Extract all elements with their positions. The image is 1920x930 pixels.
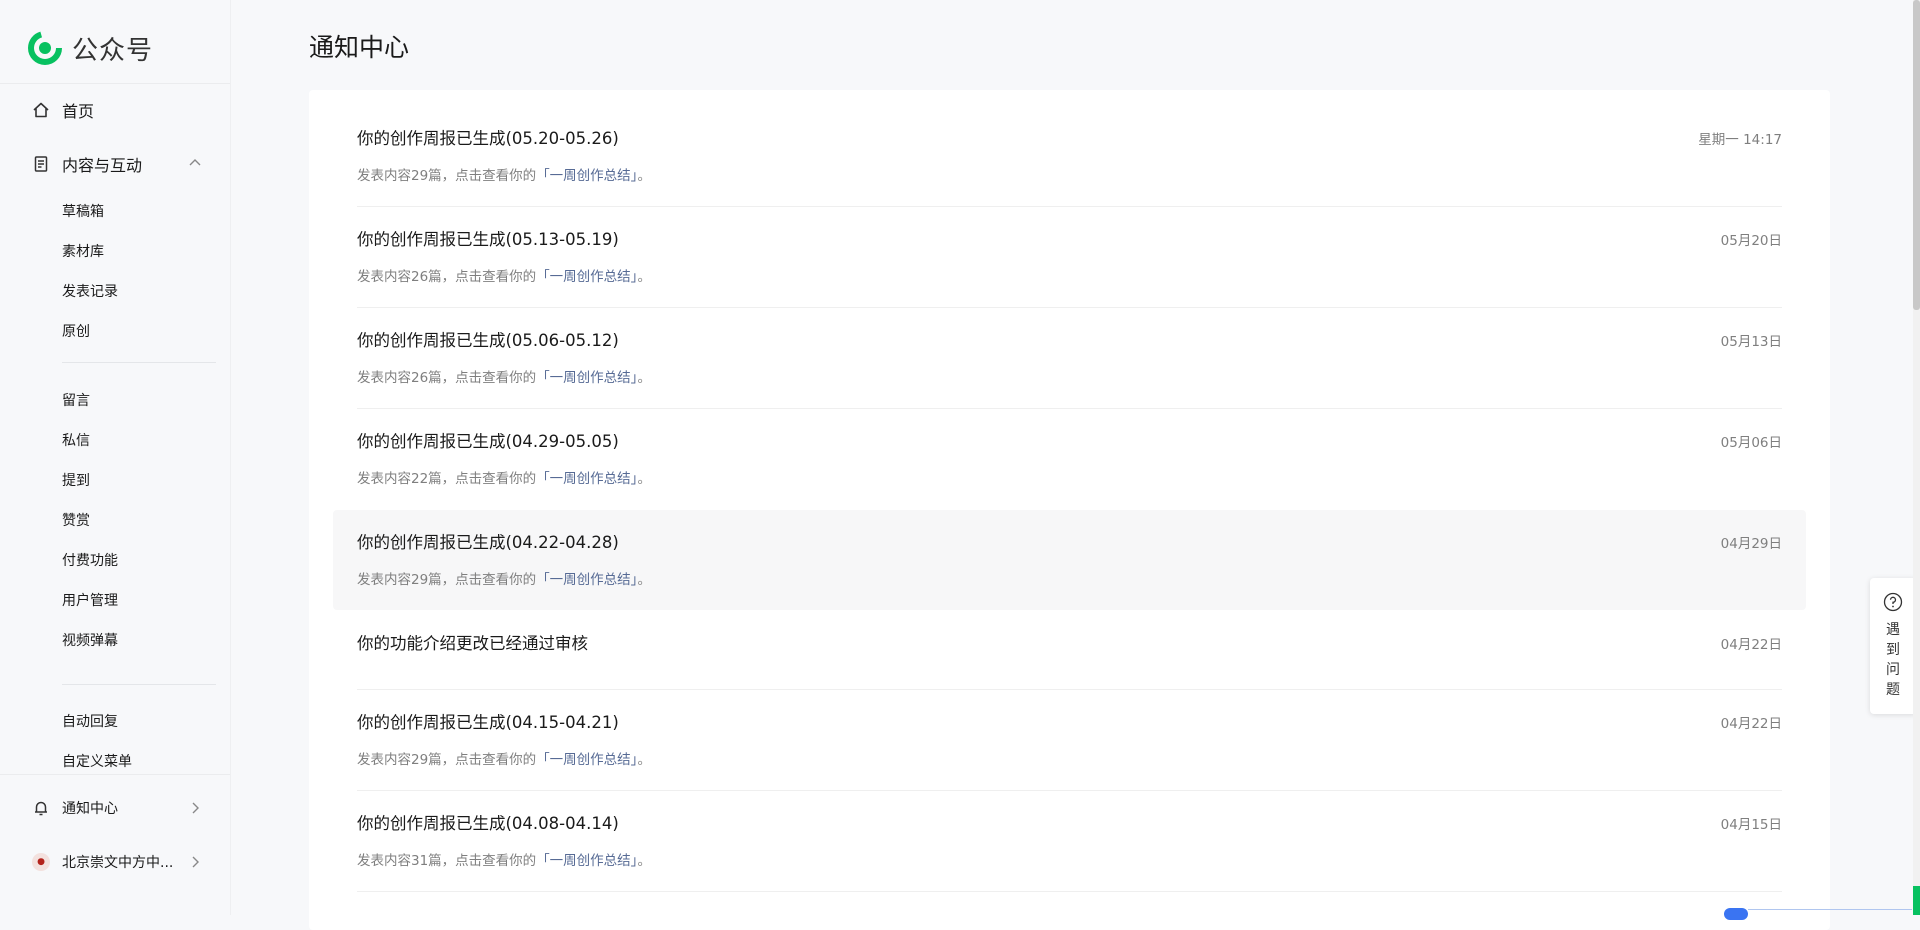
scrollbar-thumb[interactable] bbox=[1913, 0, 1920, 310]
sidebar-scroll-area[interactable]: 首页 内容与互动 草稿箱素材库发表记录原创 留言私信提到赞赏付费功能用户管理视频… bbox=[0, 84, 230, 774]
sidebar-item[interactable]: 留言 bbox=[62, 391, 90, 411]
notice-list-card: 你的创作周报已生成(05.20-05.26) 发表内容29篇，点击查看你的「一周创… bbox=[309, 90, 1830, 930]
nav-content-label: 内容与互动 bbox=[62, 156, 143, 175]
notice-title[interactable]: 你的创作周报已生成(05.06-05.12) bbox=[357, 327, 619, 351]
notice-desc-text: 发表内容29篇，点击查看你的 bbox=[357, 572, 537, 588]
notice-item[interactable]: 你的创作周报已生成(05.13-05.19) 发表内容26篇，点击查看你的「一周创… bbox=[333, 207, 1806, 307]
notice-title[interactable]: 你的创作周报已生成(04.29-05.05) bbox=[357, 428, 619, 452]
notice-desc-suffix: 。 bbox=[637, 168, 651, 184]
notice-time: 04月15日 bbox=[1720, 817, 1782, 833]
logo-text: 公众号 bbox=[72, 35, 154, 66]
weekly-summary-link[interactable]: 「一周创作总结」 bbox=[536, 853, 637, 869]
notice-desc-suffix: 。 bbox=[637, 853, 651, 869]
account-switcher[interactable]: ● 北京崇文中方中... bbox=[32, 849, 202, 875]
sidebar-item[interactable]: 用户管理 bbox=[62, 591, 118, 611]
home-icon bbox=[32, 101, 50, 119]
notice-time: 05月06日 bbox=[1720, 435, 1782, 451]
bell-icon bbox=[32, 799, 50, 817]
nav-home-label: 首页 bbox=[62, 102, 95, 121]
sidebar: 公众号 首页 内容与互动 草稿箱素材库发表记录原创 留言私信提到赞赏付费功能用户… bbox=[0, 0, 231, 915]
notice-description: 发表内容29篇，点击查看你的「一周创作总结」。 bbox=[357, 568, 651, 588]
nav-home[interactable]: 首页 bbox=[32, 96, 202, 124]
notice-item[interactable]: 你的创作周报已生成(04.22-04.28) 发表内容29篇，点击查看你的「一周创… bbox=[333, 510, 1806, 610]
notice-desc-text: 发表内容29篇，点击查看你的 bbox=[357, 752, 537, 768]
notice-desc-text: 发表内容22篇，点击查看你的 bbox=[357, 471, 537, 487]
notice-item[interactable]: 你的创作周报已生成(05.06-05.12) 发表内容26篇，点击查看你的「一周创… bbox=[333, 308, 1806, 408]
sidebar-item[interactable]: 赞赏 bbox=[62, 511, 90, 531]
notice-title[interactable]: 你的创作周报已生成(05.13-05.19) bbox=[357, 226, 619, 250]
wechat-mp-logo-icon bbox=[28, 31, 62, 65]
scroll-indicator bbox=[1913, 886, 1920, 915]
help-button[interactable]: 遇到问题 bbox=[1870, 578, 1916, 714]
sidebar-item[interactable]: 原创 bbox=[62, 322, 90, 342]
weekly-summary-link[interactable]: 「一周创作总结」 bbox=[536, 269, 637, 285]
notice-desc-text: 发表内容26篇，点击查看你的 bbox=[357, 370, 537, 386]
notice-item[interactable]: 你的创作周报已生成(04.08-04.14) 发表内容31篇，点击查看你的「一周创… bbox=[333, 791, 1806, 891]
sidebar-divider bbox=[62, 684, 216, 685]
notice-item[interactable]: 你的创作周报已生成(05.20-05.26) 发表内容29篇，点击查看你的「一周创… bbox=[333, 106, 1806, 206]
notice-time: 04月22日 bbox=[1720, 716, 1782, 732]
notice-time: 05月20日 bbox=[1720, 233, 1782, 249]
account-avatar: ● bbox=[32, 853, 50, 871]
notice-time: 星期一 14:17 bbox=[1698, 132, 1782, 148]
page-scrollbar[interactable] bbox=[1913, 0, 1920, 915]
nav-notification-label: 通知中心 bbox=[62, 801, 118, 817]
chevron-right-icon bbox=[192, 802, 199, 814]
notice-title[interactable]: 你的功能介绍更改已经通过审核 bbox=[357, 630, 588, 654]
notice-title[interactable]: 你的创作周报已生成(04.15-04.21) bbox=[357, 709, 619, 733]
logo[interactable]: 公众号 bbox=[28, 30, 153, 66]
notice-description: 发表内容26篇，点击查看你的「一周创作总结」。 bbox=[357, 265, 651, 285]
notice-description: 发表内容26篇，点击查看你的「一周创作总结」。 bbox=[357, 366, 651, 386]
notice-title[interactable]: 你的创作周报已生成(04.22-04.28) bbox=[357, 529, 619, 553]
account-name: 北京崇文中方中... bbox=[62, 855, 174, 871]
notice-title[interactable]: 你的创作周报已生成(05.20-05.26) bbox=[357, 125, 619, 149]
notice-item[interactable]: 你的创作周报已生成(04.29-05.05) 发表内容22篇，点击查看你的「一周创… bbox=[333, 409, 1806, 509]
notice-divider bbox=[357, 891, 1782, 892]
weekly-summary-link[interactable]: 「一周创作总结」 bbox=[536, 168, 637, 184]
notice-desc-text: 发表内容29篇，点击查看你的 bbox=[357, 168, 537, 184]
nav-content-interaction[interactable]: 内容与互动 bbox=[32, 150, 202, 178]
sidebar-item[interactable]: 付费功能 bbox=[62, 551, 118, 571]
sidebar-item[interactable]: 草稿箱 bbox=[62, 202, 104, 222]
weekly-summary-link[interactable]: 「一周创作总结」 bbox=[536, 471, 637, 487]
notice-desc-suffix: 。 bbox=[637, 752, 651, 768]
sidebar-bottom-divider bbox=[0, 774, 230, 775]
sidebar-item[interactable]: 素材库 bbox=[62, 242, 104, 262]
chevron-up-icon[interactable] bbox=[188, 156, 202, 170]
notice-description: 发表内容31篇，点击查看你的「一周创作总结」。 bbox=[357, 849, 651, 869]
notice-desc-suffix: 。 bbox=[637, 471, 651, 487]
sidebar-item[interactable]: 提到 bbox=[62, 471, 90, 491]
sidebar-item[interactable]: 自定义菜单 bbox=[62, 752, 132, 772]
document-icon bbox=[32, 155, 50, 173]
notice-title[interactable]: 你的创作周报已生成(04.08-04.14) bbox=[357, 810, 619, 834]
notice-desc-text: 发表内容26篇，点击查看你的 bbox=[357, 269, 537, 285]
notice-item[interactable]: 你的创作周报已生成(04.15-04.21) 发表内容29篇，点击查看你的「一周创… bbox=[333, 690, 1806, 790]
notice-desc-suffix: 。 bbox=[637, 269, 651, 285]
notice-time: 04月22日 bbox=[1720, 637, 1782, 653]
weekly-summary-link[interactable]: 「一周创作总结」 bbox=[536, 370, 637, 386]
weekly-summary-link[interactable]: 「一周创作总结」 bbox=[536, 752, 637, 768]
nav-notification-center[interactable]: 通知中心 bbox=[32, 795, 202, 821]
notice-desc-suffix: 。 bbox=[637, 572, 651, 588]
chevron-right-icon bbox=[192, 856, 199, 868]
notice-desc-suffix: 。 bbox=[637, 370, 651, 386]
weekly-summary-link[interactable]: 「一周创作总结」 bbox=[536, 572, 637, 588]
notice-description: 发表内容29篇，点击查看你的「一周创作总结」。 bbox=[357, 164, 651, 184]
question-circle-icon bbox=[1883, 592, 1903, 612]
sidebar-item[interactable]: 视频弹幕 bbox=[62, 631, 118, 651]
sidebar-divider bbox=[62, 362, 216, 363]
notice-desc-text: 发表内容31篇，点击查看你的 bbox=[357, 853, 537, 869]
notice-description: 发表内容29篇，点击查看你的「一周创作总结」。 bbox=[357, 748, 651, 768]
page-title: 通知中心 bbox=[309, 33, 410, 62]
help-label: 遇到问题 bbox=[1886, 622, 1900, 698]
notice-description: 发表内容22篇，点击查看你的「一周创作总结」。 bbox=[357, 467, 651, 487]
sidebar-item[interactable]: 发表记录 bbox=[62, 282, 118, 302]
sidebar-item[interactable]: 私信 bbox=[62, 431, 90, 451]
notice-time: 04月29日 bbox=[1720, 536, 1782, 552]
sidebar-item[interactable]: 自动回复 bbox=[62, 712, 118, 732]
floating-widget[interactable] bbox=[1724, 908, 1748, 920]
widget-line bbox=[1748, 909, 1912, 910]
notice-time: 05月13日 bbox=[1720, 334, 1782, 350]
